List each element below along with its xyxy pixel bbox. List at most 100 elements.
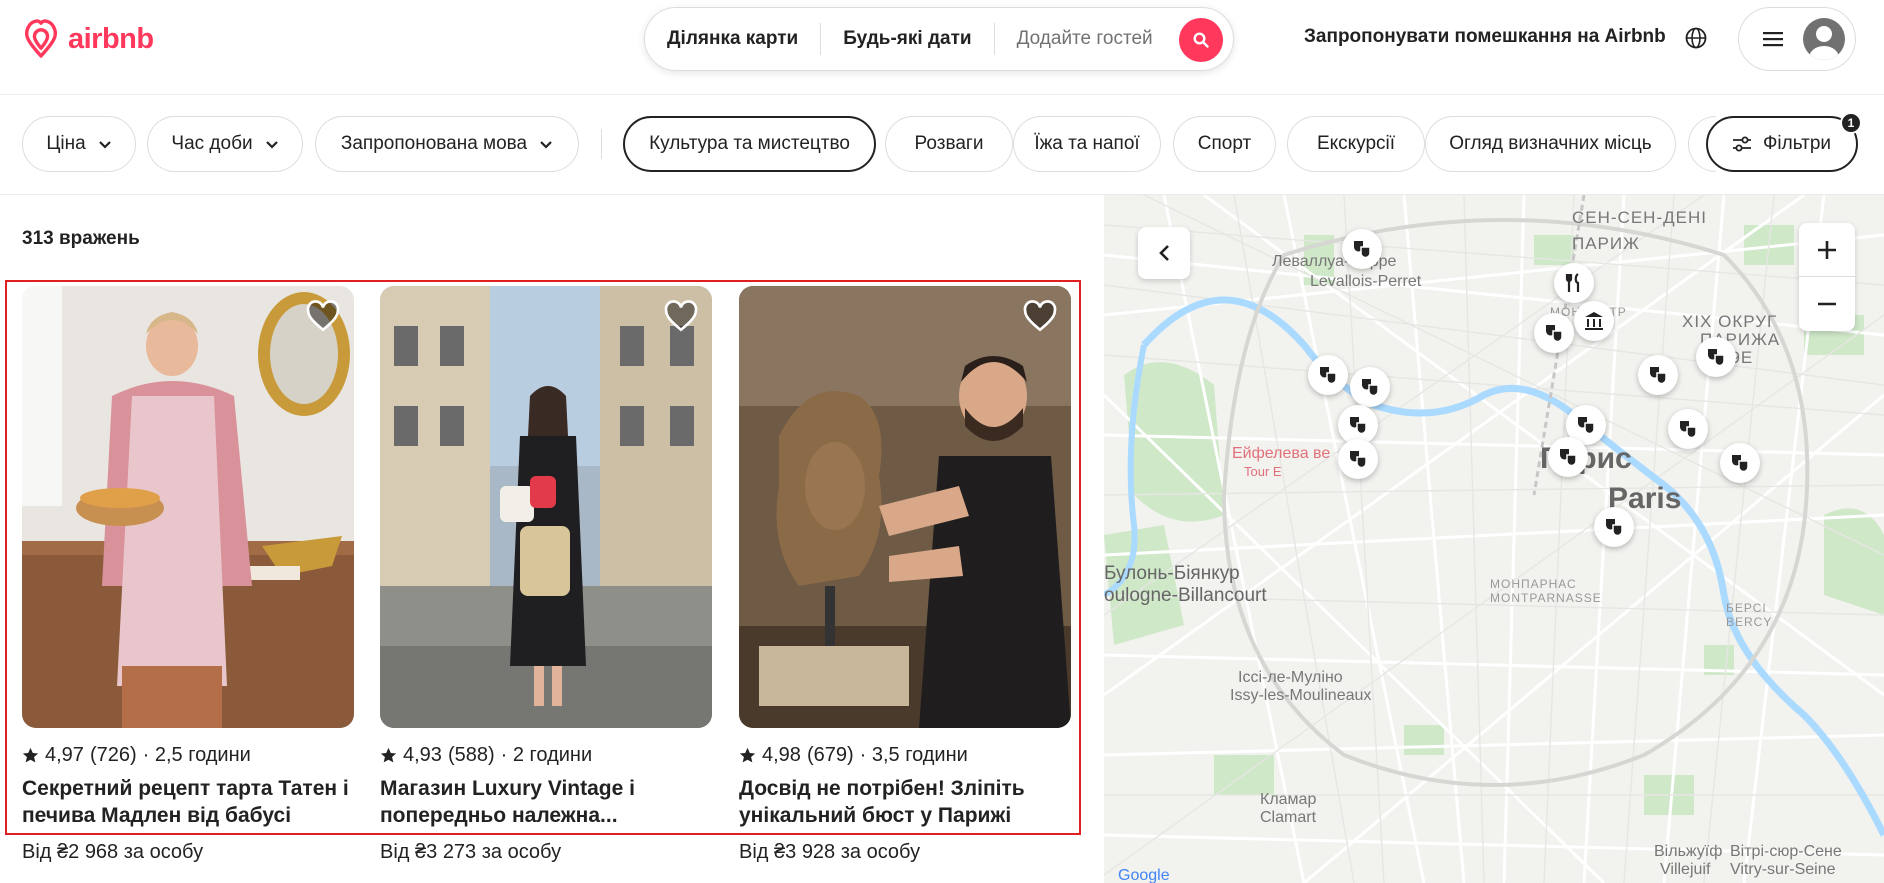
category-sightseeing[interactable]: Огляд визначних місць <box>1425 116 1676 172</box>
experience-photo[interactable] <box>380 286 712 728</box>
map-label-villejuif-fr: Villejuif <box>1660 861 1711 878</box>
experience-card[interactable]: 4,93 (588) · 2 години Магазин Luxury Vin… <box>380 286 712 864</box>
theater-masks-icon <box>1708 349 1725 367</box>
time-of-day-label: Час доби <box>171 133 253 154</box>
map-pin-restaurant[interactable] <box>1554 263 1594 303</box>
experience-card[interactable]: 4,98 (679) · 3,5 години Досвід не потріб… <box>739 286 1071 864</box>
experience-price: Від ₴3 273 за особу <box>380 841 562 863</box>
theater-masks-icon <box>1732 455 1749 473</box>
map-label-xix: XIX ОКРУГ <box>1682 312 1778 331</box>
experience-meta: 4,97 (726) · 2,5 години <box>22 744 354 767</box>
experience-card[interactable]: 4,97 (726) · 2,5 години Секретний рецепт… <box>22 286 354 864</box>
map-panel[interactable]: Леваллуа-Перре Levallois-Perret СЕН-СЕН-… <box>1104 195 1884 883</box>
fork-knife-icon <box>1565 273 1580 292</box>
search-button[interactable] <box>1179 18 1223 62</box>
price-dropdown[interactable]: Ціна <box>22 116 136 172</box>
category-label: Культура та мистецтво <box>649 133 850 154</box>
star-icon <box>22 747 39 763</box>
map-label-paris-top: ПАРИЖ <box>1572 234 1640 253</box>
rating-value: 4,98 <box>762 744 801 766</box>
theater-masks-icon <box>1546 325 1563 343</box>
map-label-issy-fr: Issy-les-Moulineaux <box>1230 687 1372 704</box>
user-menu-button[interactable] <box>1738 7 1856 71</box>
category-culture-art[interactable]: Культура та мистецтво <box>623 116 876 172</box>
heart-icon[interactable] <box>306 300 340 334</box>
map-label-boulogne-fr: oulogne-Billancourt <box>1104 585 1267 606</box>
map-pin-theater[interactable] <box>1342 229 1382 269</box>
experience-photo[interactable] <box>22 286 354 728</box>
chevron-down-icon <box>98 141 111 149</box>
category-label: Огляд визначних місць <box>1449 133 1652 154</box>
photo-street-shopper <box>380 286 712 728</box>
map-collapse-button[interactable] <box>1138 227 1190 279</box>
map-label-levallois-fr: Levallois-Perret <box>1310 273 1422 290</box>
map-pin-theater[interactable] <box>1668 409 1708 449</box>
map-label-boulogne: Булонь-Біянкур <box>1104 563 1240 584</box>
map-label-montparnasse-fr: MONTPARNASSE <box>1490 591 1602 605</box>
category-sport[interactable]: Спорт <box>1173 116 1276 172</box>
heart-icon[interactable] <box>664 300 698 334</box>
search-bar[interactable]: Ділянка карти Будь-які дати Додайте гост… <box>644 7 1234 71</box>
reviews-count: (588) <box>447 744 495 766</box>
time-of-day-dropdown[interactable]: Час доби <box>147 116 303 172</box>
map-label-vitry: Вітрі-сюр-Сене <box>1730 843 1842 860</box>
map-pin-theater[interactable] <box>1548 437 1588 477</box>
category-tours[interactable]: Екскурсії <box>1287 116 1425 172</box>
zoom-in-button[interactable] <box>1799 223 1855 277</box>
map-pin-theater[interactable] <box>1308 355 1348 395</box>
experience-title[interactable]: Досвід не потрібен! Зліпіть унікальний б… <box>739 775 1071 829</box>
map-label-vitry-fr: Vitry-sur-Seine <box>1730 861 1836 878</box>
zoom-out-button[interactable] <box>1799 277 1855 331</box>
map-pin-theater[interactable] <box>1338 439 1378 479</box>
duration: · 3,5 години <box>859 744 968 766</box>
map-label-eiffel: Ейфелева ве <box>1232 445 1331 462</box>
price-dropdown-label: Ціна <box>46 133 86 154</box>
minus-icon <box>1818 302 1836 306</box>
filter-separator <box>601 129 602 159</box>
category-label: Їжа та напої <box>1034 133 1140 154</box>
become-host-link[interactable]: Запропонувати помешкання на Airbnb <box>1304 26 1666 48</box>
theater-masks-icon <box>1578 417 1595 435</box>
photo-sculptor <box>739 286 1071 728</box>
duration: · 2 години <box>500 744 593 766</box>
filters-button[interactable]: Фільтри 1 <box>1706 112 1862 172</box>
filters-count-badge: 1 <box>1840 112 1862 134</box>
map-pin-theater[interactable] <box>1534 313 1574 353</box>
globe-icon[interactable] <box>1684 26 1708 50</box>
heart-icon[interactable] <box>1023 300 1057 334</box>
google-attribution: Google <box>1118 867 1170 883</box>
experience-photo[interactable] <box>739 286 1071 728</box>
experience-title[interactable]: Секретний рецепт тарта Татен і печива Ма… <box>22 775 354 829</box>
map-pin-theater[interactable] <box>1638 355 1678 395</box>
category-entertainment[interactable]: Розваги <box>885 116 1013 172</box>
theater-masks-icon <box>1320 367 1337 385</box>
language-dropdown[interactable]: Запропонована мова <box>315 116 579 172</box>
map-pin-theater[interactable] <box>1350 367 1390 407</box>
logo-text: airbnb <box>68 22 154 55</box>
map-pin-theater[interactable] <box>1720 443 1760 483</box>
map-pin-theater[interactable] <box>1594 507 1634 547</box>
search-location[interactable]: Ділянка карти <box>645 28 820 50</box>
airbnb-logo[interactable]: airbnb <box>20 16 154 62</box>
search-guests[interactable]: Додайте гостей <box>995 28 1175 50</box>
theater-masks-icon <box>1350 451 1367 469</box>
search-dates[interactable]: Будь-які дати <box>821 28 993 50</box>
theater-masks-icon <box>1350 417 1367 435</box>
rating-value: 4,93 <box>403 744 442 766</box>
theater-masks-icon <box>1650 367 1667 385</box>
avatar <box>1803 18 1845 60</box>
rating-value: 4,97 <box>45 744 84 766</box>
top-header: airbnb Ділянка карти Будь-які дати Додай… <box>0 0 1884 95</box>
reviews-count: (679) <box>806 744 854 766</box>
experience-title[interactable]: Магазин Luxury Vintage і попередньо нале… <box>380 775 712 829</box>
theater-masks-icon <box>1362 379 1379 397</box>
map-pin-landmark[interactable] <box>1574 301 1614 341</box>
experience-price: Від ₴3 928 за особу <box>739 841 921 863</box>
photo-baker-woman <box>22 286 354 728</box>
category-food-drink[interactable]: Їжа та напої <box>1013 116 1161 172</box>
experience-meta: 4,98 (679) · 3,5 години <box>739 744 1071 767</box>
map-pin-theater[interactable] <box>1696 337 1736 377</box>
category-label: Спорт <box>1197 133 1252 154</box>
filters-button-label: Фільтри <box>1762 133 1832 154</box>
map-label-clamart: Кламар <box>1260 791 1317 808</box>
